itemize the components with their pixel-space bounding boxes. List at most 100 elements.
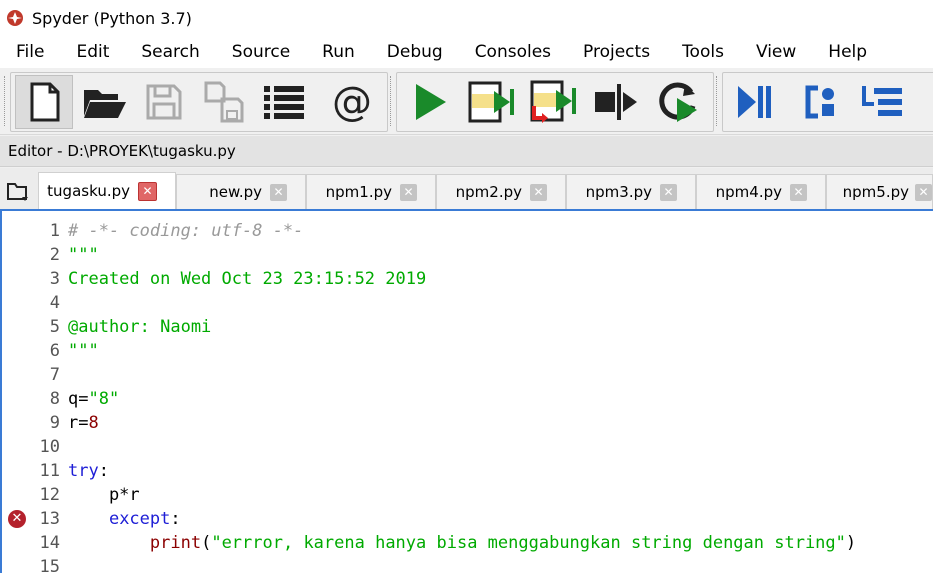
save-all-icon [204,81,244,123]
menu-run[interactable]: Run [306,36,371,68]
code-token: : [98,461,109,481]
window-title: Spyder (Python 3.7) [32,8,192,28]
menu-search[interactable]: Search [125,36,215,68]
line-number: 13 [39,509,60,529]
spyder-logo-icon [7,10,23,26]
close-tab-icon[interactable]: ✕ [530,183,547,201]
close-tab-icon[interactable]: ✕ [270,183,287,201]
close-tab-icon[interactable]: ✕ [400,183,417,201]
menu-debug[interactable]: Debug [371,36,459,68]
code-token: p*r [68,485,140,505]
code-line[interactable]: 11 try: [2,459,933,483]
main-toolbar: @ [0,68,933,135]
menu-edit[interactable]: Edit [60,36,125,68]
tab-tugasku[interactable]: tugasku.py ✕ [38,172,176,209]
close-tab-icon[interactable]: ✕ [915,183,932,201]
line-number: 2 [49,245,60,265]
run-button[interactable] [401,75,459,129]
save-file-icon [146,84,182,120]
code-text: """ [68,339,99,363]
code-line[interactable]: 15 [2,555,933,573]
code-line[interactable]: 9 r=8 [2,411,933,435]
code-token: Created on Wed Oct 23 23:15:52 2019 [68,269,427,289]
debug-continue-button[interactable] [725,75,783,129]
outline-button[interactable] [255,75,313,129]
tab-npm4[interactable]: npm4.py ✕ [696,174,826,209]
line-number: 8 [49,389,60,409]
code-line[interactable]: 5 @author: Naomi [2,315,933,339]
tab-npm2[interactable]: npm2.py ✕ [436,174,566,209]
toolbar-handle[interactable] [390,76,395,126]
open-file-icon [84,90,126,118]
new-file-button[interactable] [15,75,73,129]
code-line[interactable]: 4 [2,291,933,315]
line-number: 12 [39,485,60,505]
code-line[interactable]: 14 print("errror, karena hanya bisa meng… [2,531,933,555]
at-icon: @ [332,79,372,125]
tab-npm3[interactable]: npm3.py ✕ [566,174,696,209]
menu-help[interactable]: Help [812,36,883,68]
code-text: Created on Wed Oct 23 23:15:52 2019 [68,267,426,291]
menu-file[interactable]: File [0,36,60,68]
outline-icon [264,86,304,119]
line-number: 9 [49,413,60,433]
rerun-button[interactable] [649,75,707,129]
debug-toolbar [722,72,933,132]
run-cell-button[interactable] [463,75,521,129]
line-number: 11 [39,461,60,481]
tab-label: npm2.py [455,183,522,201]
code-token: # -*- coding: utf-8 -*- [68,221,304,241]
menu-projects[interactable]: Projects [567,36,666,68]
email-button[interactable]: @ [323,75,381,129]
tab-new[interactable]: new.py ✕ [176,174,306,209]
code-line[interactable]: 6 """ [2,339,933,363]
menu-view[interactable]: View [740,36,812,68]
close-tab-icon[interactable]: ✕ [138,181,157,201]
tab-label: npm4.py [715,183,782,201]
step-into-button[interactable] [853,75,911,129]
menu-source[interactable]: Source [216,36,306,68]
tab-npm1[interactable]: npm1.py ✕ [306,174,436,209]
toolbar-handle[interactable] [716,76,721,126]
code-line[interactable]: 1 # -*- coding: utf-8 -*- [2,219,933,243]
run-toolbar [396,72,714,132]
close-tab-icon[interactable]: ✕ [790,183,807,201]
line-number: 3 [49,269,60,289]
toolbar-handle[interactable] [4,76,9,126]
code-token: r= [68,413,89,433]
step-return-button[interactable] [915,75,933,129]
tab-label: tugasku.py [47,182,130,200]
run-selection-icon [595,84,637,120]
code-line[interactable]: 8 q="8" [2,387,933,411]
code-token: ( [201,533,212,553]
code-token: "8" [88,389,120,409]
browse-tabs-icon[interactable] [6,180,30,202]
close-tab-icon[interactable]: ✕ [660,183,677,201]
run-cell-advance-button[interactable] [525,75,583,129]
editor-pane-title: Editor - D:\PROYEK\tugasku.py [0,136,933,167]
menu-consoles[interactable]: Consoles [459,36,567,68]
title-bar: Spyder (Python 3.7) [0,0,933,36]
code-line[interactable]: 10 [2,435,933,459]
code-line[interactable]: 3 Created on Wed Oct 23 23:15:52 2019 [2,267,933,291]
code-line[interactable]: 2 """ [2,243,933,267]
tab-npm5[interactable]: npm5.py ✕ [826,174,933,209]
code-token: 8 [88,413,99,433]
step-button[interactable] [791,75,849,129]
step-return-icon [929,84,933,120]
code-token: @author: Naomi [68,317,212,337]
line-number: 6 [49,341,60,361]
code-token: "errror, karena hanya bisa menggabungkan… [211,533,846,553]
open-file-button[interactable] [75,75,133,129]
menu-tools[interactable]: Tools [666,36,740,68]
run-selection-button[interactable] [587,75,645,129]
code-editor[interactable]: 1 # -*- coding: utf-8 -*- 2 """ 3 Created on … [0,211,933,573]
code-line[interactable]: 12 p*r [2,483,933,507]
code-token: try [68,461,99,481]
save-file-button[interactable] [135,75,193,129]
code-token: print [149,533,202,553]
code-line[interactable]: 7 [2,363,933,387]
code-line[interactable]: ✕ 13 except: [2,507,933,531]
save-all-button[interactable] [195,75,253,129]
